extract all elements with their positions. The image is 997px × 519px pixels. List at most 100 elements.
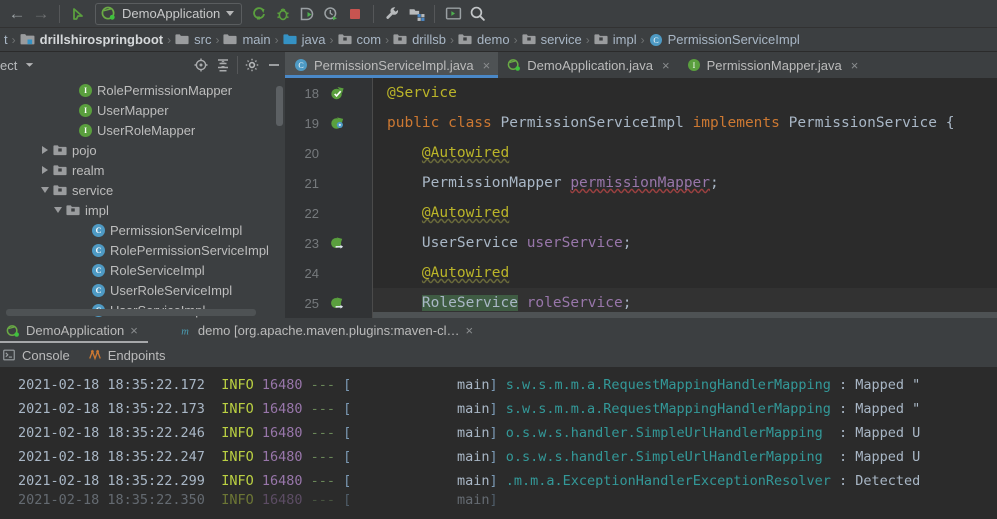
code-line[interactable]: PermissionMapper permissionMapper; (373, 168, 997, 198)
tree-node-pojo[interactable]: pojo (0, 140, 285, 160)
code-line[interactable]: UserService userService; (373, 228, 997, 258)
stop-square-icon[interactable] (344, 3, 366, 25)
profiler-icon[interactable] (320, 3, 342, 25)
arrow-right-icon[interactable]: → (30, 3, 52, 25)
tree-node-roleserviceimpl[interactable]: C RoleServiceImpl (0, 260, 285, 280)
class-icon: C (294, 58, 308, 72)
console-line: 2021-02-18 18:35:22.246 INFO 16480 --- [… (18, 425, 921, 441)
line-number: 18 (304, 85, 319, 101)
tree-twisty-placeholder (78, 224, 90, 236)
project-structure-icon[interactable] (405, 3, 427, 25)
chevron-down-icon[interactable] (39, 184, 51, 196)
chevron-down-icon[interactable] (226, 11, 235, 16)
console-line: 2021-02-18 18:35:22.173 INFO 16480 --- [… (18, 401, 921, 417)
terminal-icon[interactable] (442, 3, 464, 25)
close-icon[interactable]: × (465, 323, 473, 338)
bean-checked-icon[interactable] (323, 86, 351, 101)
implemented-icon[interactable] (323, 296, 351, 311)
tree-node-rolepermissionmapper[interactable]: I RolePermissionMapper (0, 80, 285, 100)
tree-node-impl[interactable]: impl (0, 200, 285, 220)
project-tree-horizontal-scrollbar[interactable] (6, 309, 256, 316)
tree-node-service[interactable]: service (0, 180, 285, 200)
tree-twisty-placeholder (65, 124, 77, 136)
gear-icon[interactable] (241, 54, 263, 76)
spring-bean-icon[interactable] (323, 116, 351, 131)
subtab-endpoints[interactable]: Endpoints (82, 348, 178, 363)
debug-bug-icon[interactable] (272, 3, 294, 25)
gutter-line[interactable]: 22 (285, 198, 372, 228)
tree-node-usermapper[interactable]: I UserMapper (0, 100, 285, 120)
close-icon[interactable]: × (851, 58, 859, 73)
gutter-line[interactable]: 25 (285, 288, 372, 318)
gutter-line[interactable]: 24 (285, 258, 372, 288)
project-tree[interactable]: I RolePermissionMapper I UserMapper I UserRol… (0, 78, 285, 318)
breadcrumb-item-label: src (194, 32, 212, 47)
run-tab-demoapplication[interactable]: DemoApplication × (0, 318, 148, 343)
editor-tab-demoapplication-java[interactable]: DemoApplication.java × (498, 52, 677, 78)
tree-twisty-placeholder (78, 264, 90, 276)
breadcrumb-item-label: service (540, 32, 582, 47)
breadcrumb-item-main[interactable]: main (223, 32, 271, 47)
code-line[interactable]: @Autowired (373, 198, 997, 228)
cursor-arrow-icon[interactable] (67, 3, 89, 25)
chevron-right-icon[interactable] (39, 164, 51, 176)
collapse-all-icon[interactable] (212, 54, 234, 76)
spring-boot-icon (6, 324, 20, 338)
wrench-icon[interactable] (381, 3, 403, 25)
chevron-right-icon[interactable] (39, 144, 51, 156)
code-line[interactable]: @Service (373, 78, 997, 108)
code-line[interactable]: public class PermissionServiceImpl imple… (373, 108, 997, 138)
breadcrumb-item-label: java (301, 32, 326, 47)
breadcrumb-item-src[interactable]: src (175, 32, 211, 47)
code-content[interactable]: @Service public class PermissionServiceIm… (373, 78, 997, 318)
code-editor[interactable]: 18 19 20 21 22 23 24 25 @Service public class Pe… (285, 78, 997, 318)
select-opened-file-icon[interactable] (190, 54, 212, 76)
code-line[interactable]: @Autowired (373, 138, 997, 168)
code-line[interactable]: @Autowired (373, 258, 997, 288)
breadcrumb-item-impl[interactable]: impl (594, 32, 637, 47)
editor-gutter[interactable]: 18 19 20 21 22 23 24 25 (285, 78, 373, 318)
gutter-line[interactable]: 19 (285, 108, 372, 138)
breadcrumb-item-com[interactable]: com (337, 32, 381, 47)
implemented-icon[interactable] (323, 236, 351, 251)
project-panel-title[interactable]: ect (0, 58, 17, 73)
close-icon[interactable]: × (130, 323, 138, 338)
tree-node-permissionserviceimpl[interactable]: C PermissionServiceImpl (0, 220, 285, 240)
gutter-line[interactable]: 18 (285, 78, 372, 108)
package-icon (66, 204, 80, 216)
subtab-console[interactable]: Console (0, 348, 82, 363)
run-configuration-selector[interactable]: DemoApplication (95, 2, 243, 25)
tree-node-userroleserviceimpl[interactable]: C UserRoleServiceImpl (0, 280, 285, 300)
close-icon[interactable]: × (662, 58, 670, 73)
breadcrumb-item-drillshirospringboot[interactable]: drillshirospringboot (20, 32, 163, 47)
tree-node-label: UserMapper (97, 102, 169, 118)
breadcrumb-item-permissionserviceimpl[interactable]: C PermissionServiceImpl (649, 32, 800, 47)
arrow-left-icon[interactable]: ← (6, 3, 28, 25)
breadcrumb-item-service[interactable]: service (522, 32, 582, 47)
source-folder-icon (283, 33, 297, 46)
chevron-down-icon[interactable] (24, 58, 35, 73)
gutter-line[interactable]: 21 (285, 168, 372, 198)
editor-tab-permissionserviceimpl-java[interactable]: C PermissionServiceImpl.java × (285, 52, 499, 78)
chevron-down-icon[interactable] (52, 204, 64, 216)
tree-node-realm[interactable]: realm (0, 160, 285, 180)
search-everywhere-icon[interactable] (466, 3, 488, 25)
tree-node-rolepermissionserviceimpl[interactable]: C RolePermissionServiceImpl (0, 240, 285, 260)
project-tree-vertical-scrollbar[interactable] (276, 86, 283, 126)
breadcrumb-item-demo[interactable]: demo (458, 32, 510, 47)
gutter-line[interactable]: 20 (285, 138, 372, 168)
console-output[interactable]: 2021-02-18 18:35:22.172 INFO 16480 --- [… (0, 367, 997, 519)
breadcrumb-item-drillsb[interactable]: drillsb (393, 32, 446, 47)
tree-node-userrolemapper[interactable]: I UserRoleMapper (0, 120, 285, 140)
tree-node-label: UserRoleServiceImpl (110, 282, 233, 298)
gutter-line[interactable]: 23 (285, 228, 372, 258)
toolbar-divider-2 (373, 4, 375, 23)
run-tab-maven[interactable]: m demo [org.apache.maven.plugins:maven-cl… (172, 318, 483, 343)
run-icon[interactable] (248, 3, 270, 25)
run-with-coverage-icon[interactable] (296, 3, 318, 25)
breadcrumb-item-java[interactable]: java (283, 32, 326, 47)
minimize-icon[interactable] (263, 54, 285, 76)
console-icon (2, 348, 16, 362)
editor-tab-permissionmapper-java[interactable]: I PermissionMapper.java × (678, 52, 867, 78)
close-icon[interactable]: × (483, 58, 491, 73)
